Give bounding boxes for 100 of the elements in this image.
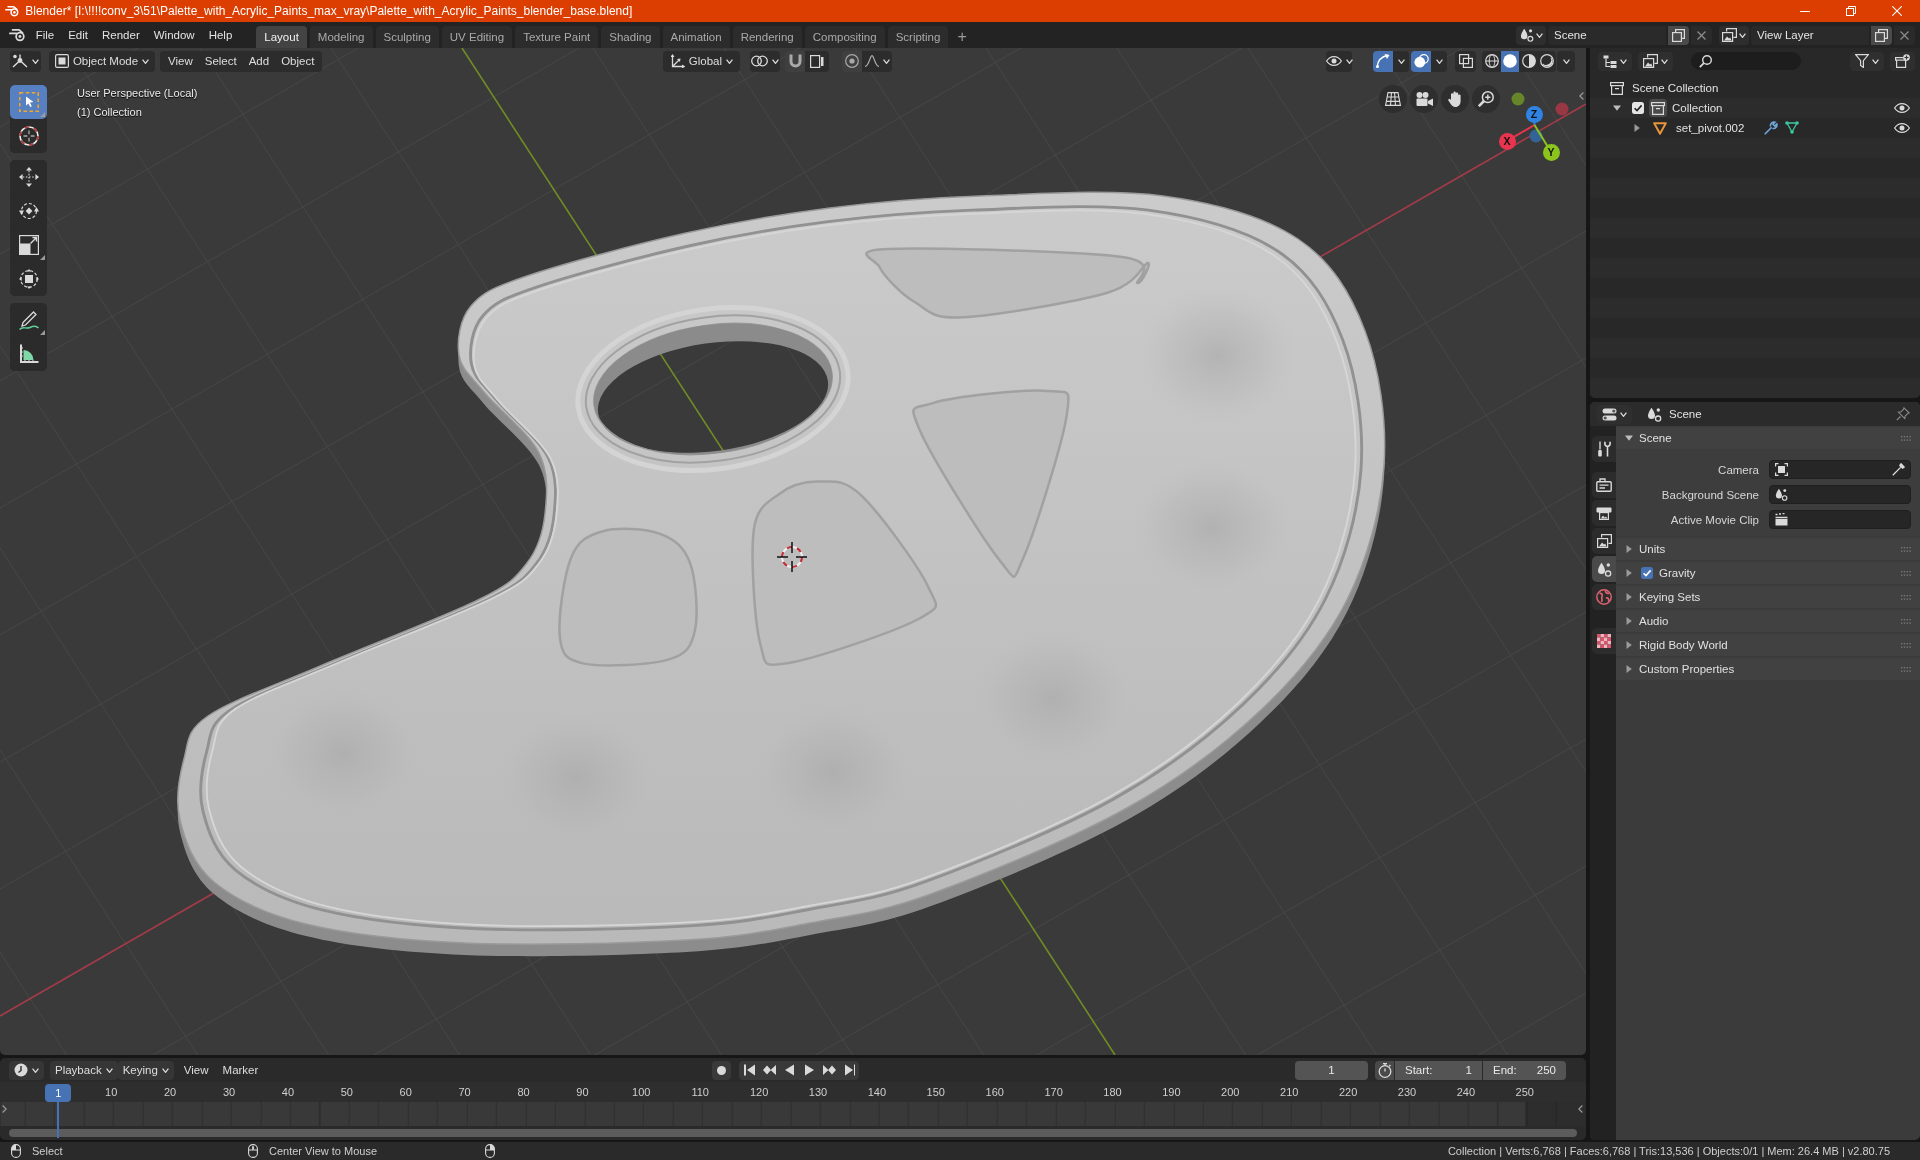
start-frame-field[interactable]: Start: 1 (1395, 1060, 1482, 1080)
timeline-menu-item[interactable]: View (177, 1064, 215, 1076)
header-menu-item[interactable]: Object (275, 50, 321, 72)
disclosure-triangle-icon[interactable] (1625, 545, 1633, 553)
header-menu-item[interactable]: Add (242, 50, 276, 72)
filter-dropdown[interactable] (1850, 51, 1884, 71)
properties-tab[interactable] (1592, 628, 1616, 654)
tree-item-label[interactable]: set_pivot.002 (1676, 122, 1745, 134)
snap-toggle-button[interactable] (785, 50, 806, 72)
timeline-dropdown[interactable]: Playback (50, 1060, 118, 1080)
disclosure-triangle-icon[interactable] (1613, 104, 1621, 112)
zoom-view-button[interactable] (1472, 85, 1500, 113)
tree-item-label[interactable]: Scene Collection (1632, 82, 1719, 94)
search-field[interactable] (1691, 52, 1801, 70)
panel-header[interactable]: Units (1616, 538, 1920, 560)
panel-header[interactable]: Rigid Body World (1616, 634, 1920, 656)
panel-header[interactable]: Keying Sets (1616, 586, 1920, 608)
restore-icon[interactable] (1846, 6, 1856, 16)
visibility-dropdown[interactable] (1326, 50, 1353, 72)
disclosure-triangle-icon[interactable] (1633, 124, 1641, 132)
timeline-scrollbar[interactable] (9, 1129, 1577, 1137)
chevron-left-icon[interactable] (1579, 92, 1584, 100)
pin-icon[interactable] (1896, 407, 1910, 421)
eye-icon[interactable] (1894, 123, 1910, 133)
workspace-tab[interactable]: Shading (601, 26, 660, 48)
negative-axis-handle[interactable] (1511, 92, 1525, 106)
eye-icon[interactable] (1894, 103, 1910, 113)
properties-tab[interactable] (1592, 584, 1616, 610)
display-mode-dropdown[interactable] (1598, 51, 1632, 71)
movie-clip-field[interactable] (1769, 510, 1911, 529)
end-frame-field[interactable]: End: 250 (1483, 1060, 1566, 1080)
properties-tab[interactable] (1592, 436, 1616, 462)
tool-button[interactable] (10, 85, 47, 119)
mode-dropdown[interactable]: Object Mode (49, 50, 155, 72)
chevron-left-icon[interactable] (1578, 1105, 1583, 1113)
overlay-toggle-button[interactable] (1411, 50, 1432, 72)
properties-tab[interactable] (1592, 556, 1616, 582)
remove-view-layer-button[interactable] (1894, 25, 1915, 45)
menu-item[interactable]: Edit (61, 24, 95, 46)
pan-view-button[interactable] (1441, 85, 1469, 113)
editor-type-button[interactable] (1597, 404, 1632, 424)
minimize-icon[interactable] (1800, 10, 1810, 12)
disclosure-triangle-icon[interactable] (1625, 617, 1633, 625)
workspace-tab[interactable]: Sculpting (375, 26, 439, 48)
workspace-tab[interactable]: Rendering (732, 26, 802, 48)
scene-name-field[interactable]: Scene (1548, 25, 1666, 45)
new-view-layer-button[interactable] (1871, 25, 1892, 45)
shading-mode-button[interactable] (1500, 50, 1520, 72)
timeline-menu-item[interactable]: Marker (216, 1064, 265, 1076)
menu-item[interactable]: File (28, 24, 62, 46)
workspace-tab[interactable]: Layout (256, 26, 307, 48)
header-menu-item[interactable]: View (162, 50, 199, 72)
close-icon[interactable] (1892, 6, 1902, 16)
menu-item[interactable]: Render (95, 24, 147, 46)
view-layer-filter-dropdown[interactable] (1638, 51, 1673, 71)
disclosure-triangle-icon[interactable] (1625, 665, 1633, 673)
gizmo-dropdown-button[interactable] (1393, 50, 1410, 72)
checkbox[interactable] (1632, 102, 1644, 114)
background-scene-field[interactable] (1769, 485, 1911, 504)
tool-button[interactable] (10, 303, 47, 337)
disclosure-triangle-icon[interactable] (1625, 569, 1633, 577)
overlay-dropdown-button[interactable] (1431, 50, 1448, 72)
menu-item[interactable]: Window (146, 24, 202, 46)
camera-field[interactable] (1769, 460, 1911, 479)
axis-handle[interactable]: Z (1525, 105, 1543, 123)
scene-selector-button[interactable] (1516, 25, 1546, 45)
menu-item[interactable]: Help (201, 24, 240, 46)
snap-target-dropdown[interactable] (805, 50, 830, 72)
proportional-edit-button[interactable] (842, 50, 863, 72)
panel-header[interactable]: Scene (1616, 427, 1920, 449)
chevron-right-icon[interactable] (2, 1105, 7, 1113)
tree-item-label[interactable]: Collection (1672, 102, 1723, 114)
shading-mode-button[interactable] (1537, 50, 1557, 72)
properties-tab[interactable] (1592, 500, 1616, 526)
camera-view-button[interactable] (1410, 85, 1438, 113)
negative-axis-handle[interactable] (1529, 129, 1543, 143)
view-layer-name-field[interactable]: View Layer (1751, 25, 1869, 45)
pivot-dropdown[interactable] (750, 50, 781, 72)
xray-toggle-button[interactable] (1455, 50, 1477, 72)
properties-tab[interactable] (1592, 472, 1616, 498)
workspace-tab[interactable]: Animation (662, 26, 730, 48)
current-frame-field[interactable]: 1 (1295, 1060, 1368, 1080)
disclosure-triangle-icon[interactable] (1625, 641, 1633, 649)
negative-axis-handle[interactable] (1555, 102, 1569, 116)
shading-mode-button[interactable] (1519, 50, 1538, 72)
shading-mode-button[interactable] (1482, 50, 1501, 72)
panel-header[interactable]: Audio (1616, 610, 1920, 632)
axis-handle[interactable]: X (1498, 132, 1516, 150)
new-scene-button[interactable] (1668, 25, 1689, 45)
workspace-tab[interactable]: Texture Paint (515, 26, 599, 48)
workspace-tab[interactable]: Scripting (887, 26, 949, 48)
properties-tab[interactable] (1592, 528, 1616, 554)
disclosure-triangle-icon[interactable] (1625, 434, 1633, 442)
workspace-tab[interactable]: Compositing (804, 26, 885, 48)
eyedropper-icon[interactable] (1892, 463, 1905, 476)
current-frame-indicator[interactable]: 1 (45, 1084, 72, 1102)
panel-header[interactable]: Custom Properties (1616, 658, 1920, 680)
orientation-dropdown[interactable]: Global (663, 50, 741, 72)
shading-dropdown[interactable] (1557, 50, 1576, 72)
blender-logo-icon[interactable] (9, 28, 26, 42)
